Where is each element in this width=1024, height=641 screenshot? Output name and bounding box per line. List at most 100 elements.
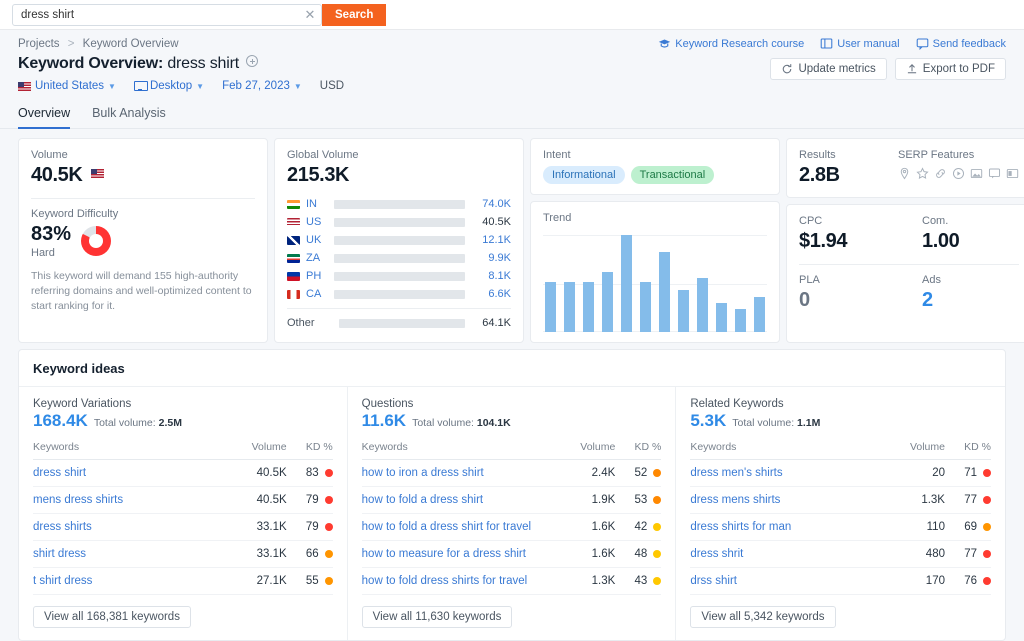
plus-circle-icon[interactable] bbox=[246, 55, 259, 67]
keyword-link[interactable]: dress shrit bbox=[690, 548, 743, 560]
device-filter[interactable]: Desktop ▼ bbox=[133, 80, 204, 92]
search-input[interactable] bbox=[13, 4, 299, 25]
view-all-button[interactable]: View all 168,381 keywords bbox=[33, 606, 191, 628]
kd-cell: 53 bbox=[615, 486, 662, 514]
keyword-link[interactable]: drss shirt bbox=[690, 575, 737, 587]
trend-bar[interactable] bbox=[716, 302, 727, 332]
keyword-cell: how to measure for a dress shirt bbox=[361, 540, 564, 568]
trend-bar[interactable] bbox=[678, 290, 689, 332]
header-kd[interactable]: KD % bbox=[286, 441, 333, 460]
keyword-link[interactable]: how to measure for a dress shirt bbox=[362, 548, 526, 560]
header-keywords[interactable]: Keywords bbox=[361, 441, 564, 460]
tab-bulk-analysis[interactable]: Bulk Analysis bbox=[92, 106, 166, 129]
send-feedback-link[interactable]: Send feedback bbox=[916, 37, 1006, 50]
country-code[interactable]: UK bbox=[306, 234, 328, 246]
update-metrics-button[interactable]: Update metrics bbox=[770, 58, 887, 80]
sitelinks-icon[interactable] bbox=[934, 167, 947, 180]
table-row: t shirt dress 27.1K 55 bbox=[33, 567, 333, 595]
volume-cell: 1.9K bbox=[563, 486, 616, 514]
keyword-link[interactable]: dress shirt bbox=[33, 467, 86, 479]
close-icon[interactable]: ✕ bbox=[299, 5, 321, 25]
trend-bar[interactable] bbox=[659, 251, 670, 332]
header-kd[interactable]: KD % bbox=[615, 441, 662, 460]
global-volume-row: PH 8.1K bbox=[287, 267, 511, 285]
keyword-link[interactable]: how to iron a dress shirt bbox=[362, 467, 484, 479]
keyword-link[interactable]: shirt dress bbox=[33, 548, 86, 560]
intent-tag-informational[interactable]: Informational bbox=[543, 166, 625, 184]
kd-dot bbox=[982, 523, 991, 531]
view-all-button[interactable]: View all 11,630 keywords bbox=[361, 606, 513, 628]
local-pack-icon[interactable] bbox=[898, 167, 911, 180]
trend-bar[interactable] bbox=[640, 281, 651, 332]
keyword-cell: t shirt dress bbox=[33, 567, 235, 595]
volume-number: 40.5K bbox=[31, 164, 83, 186]
keyword-link[interactable]: how to fold a dress shirt bbox=[362, 494, 483, 506]
header-keywords[interactable]: Keywords bbox=[690, 441, 893, 460]
table-row: dress shrit 480 77 bbox=[690, 540, 991, 568]
flag-us-icon bbox=[287, 217, 300, 227]
country-code[interactable]: US bbox=[306, 216, 328, 228]
video-icon[interactable] bbox=[952, 167, 965, 180]
image-pack-icon[interactable] bbox=[970, 167, 983, 180]
header-volume[interactable]: Volume bbox=[234, 441, 287, 460]
trend-bar[interactable] bbox=[735, 308, 746, 332]
header-volume[interactable]: Volume bbox=[892, 441, 945, 460]
country-code[interactable]: CA bbox=[306, 288, 328, 300]
keyword-research-course-link[interactable]: Keyword Research course bbox=[658, 37, 804, 50]
global-volume-card: Global Volume 215.3K IN 74.0K US 40.5K UK 12.… bbox=[274, 138, 524, 343]
keyword-cell: how to iron a dress shirt bbox=[361, 459, 564, 487]
breadcrumb-current[interactable]: Keyword Overview bbox=[83, 38, 179, 50]
reviews-icon[interactable] bbox=[916, 167, 929, 180]
country-filter[interactable]: United States ▼ bbox=[18, 80, 116, 92]
trend-bar[interactable] bbox=[545, 281, 556, 332]
kd-cell: 42 bbox=[615, 513, 662, 541]
column-count[interactable]: 5.3K bbox=[690, 411, 726, 431]
keyword-link[interactable]: dress mens shirts bbox=[690, 494, 780, 506]
trend-bar[interactable] bbox=[697, 277, 708, 332]
country-code[interactable]: PH bbox=[306, 270, 328, 282]
faq-icon[interactable] bbox=[988, 167, 1001, 180]
breadcrumb-root[interactable]: Projects bbox=[18, 38, 60, 50]
keyword-link[interactable]: how to fold a dress shirt for travel bbox=[362, 521, 531, 533]
header-keywords[interactable]: Keywords bbox=[33, 441, 235, 460]
keyword-link[interactable]: t shirt dress bbox=[33, 575, 92, 587]
other-label: Other bbox=[287, 317, 315, 329]
intent-tags: Informational Transactional bbox=[543, 166, 767, 184]
trend-bar[interactable] bbox=[754, 297, 765, 332]
column-count[interactable]: 11.6K bbox=[362, 411, 406, 431]
user-manual-link[interactable]: User manual bbox=[820, 37, 900, 50]
thumbnail-icon[interactable] bbox=[1006, 167, 1019, 180]
trend-bar[interactable] bbox=[583, 281, 594, 332]
volume-cell: 1.3K bbox=[892, 486, 945, 514]
currency-label: USD bbox=[319, 80, 345, 92]
view-all-button[interactable]: View all 5,342 keywords bbox=[690, 606, 836, 628]
trend-bar[interactable] bbox=[621, 235, 632, 332]
keyword-link[interactable]: how to fold dress shirts for travel bbox=[362, 575, 528, 587]
global-volume-value: 215.3K bbox=[287, 164, 350, 186]
intent-tag-transactional[interactable]: Transactional bbox=[630, 166, 715, 184]
column-count[interactable]: 168.4K bbox=[33, 411, 88, 431]
date-filter[interactable]: Feb 27, 2023 ▼ bbox=[222, 80, 302, 92]
volume-cell: 40.5K bbox=[234, 459, 287, 487]
ads-value[interactable]: 2 bbox=[922, 289, 1019, 312]
keyword-link[interactable]: dress men's shirts bbox=[690, 467, 782, 479]
book-icon bbox=[820, 38, 833, 49]
header-kd[interactable]: KD % bbox=[944, 441, 991, 460]
country-volume: 9.9K bbox=[488, 252, 511, 264]
search-button[interactable]: Search bbox=[322, 3, 387, 26]
keyword-link[interactable]: dress shirts for man bbox=[690, 521, 791, 533]
country-code[interactable]: ZA bbox=[306, 252, 328, 264]
other-volume: 64.1K bbox=[482, 317, 511, 329]
keyword-link[interactable]: mens dress shirts bbox=[33, 494, 123, 506]
keyword-link[interactable]: dress shirts bbox=[33, 521, 92, 533]
tab-overview[interactable]: Overview bbox=[18, 106, 71, 129]
country-code[interactable]: IN bbox=[306, 198, 328, 210]
volume-cell: 27.1K bbox=[234, 567, 287, 595]
volume-cell: 1.3K bbox=[563, 567, 616, 595]
header-volume[interactable]: Volume bbox=[563, 441, 616, 460]
kd-cell: 55 bbox=[286, 567, 333, 595]
trend-bar[interactable] bbox=[602, 271, 613, 332]
trend-bar[interactable] bbox=[564, 281, 575, 332]
export-to-pdf-button[interactable]: Export to PDF bbox=[894, 58, 1006, 80]
kd-dot bbox=[982, 550, 991, 558]
